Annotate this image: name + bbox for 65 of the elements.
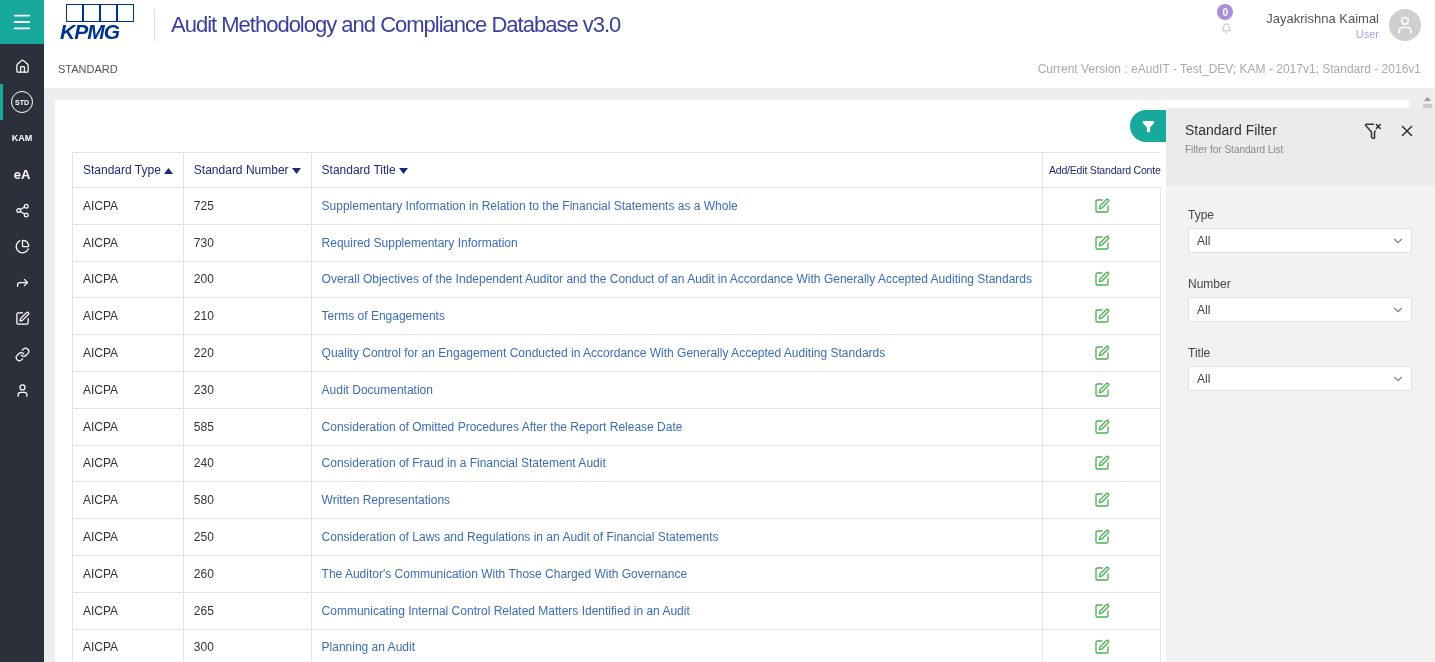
standard-title-link[interactable]: Required Supplementary Information (321, 235, 518, 250)
sort-ascending-icon[interactable] (163, 167, 173, 174)
logo-text: KPMG (60, 21, 119, 42)
table-cell: 230 (183, 371, 312, 409)
current-version: Current Version : eAudIT - Test_DEV; KAM - 2017v1; Standard - 2016v1 (1037, 62, 1421, 76)
table-cell: 725 (183, 187, 312, 225)
table-cell: AICPA (72, 481, 184, 519)
field-label: Title (1188, 346, 1212, 360)
table-cell: AICPA (72, 187, 184, 225)
clear-filter-icon[interactable] (1363, 122, 1383, 142)
table-cell: 210 (183, 297, 312, 335)
table-cell: 260 (183, 555, 312, 593)
table-cell: AICPA (72, 592, 184, 630)
user-role: User (1355, 27, 1379, 40)
table-cell: 730 (183, 224, 312, 262)
table-cell: AICPA (72, 518, 184, 556)
standard-title-link[interactable]: The Auditor's Communication With Those Charged With Governance (321, 566, 688, 581)
bell-icon[interactable] (1221, 23, 1233, 34)
dropdown-field[interactable]: All (1188, 297, 1412, 322)
panel-subtitle: Filter for Standard List (1185, 144, 1285, 155)
field-label: Number (1188, 277, 1232, 291)
user-name: Jayakrishna Kaimal (1266, 10, 1379, 26)
table-cell: AICPA (72, 408, 184, 446)
table-cell: 250 (183, 518, 312, 556)
standard-title-link[interactable]: Consideration of Omitted Procedures After the Report Release Date (321, 419, 683, 434)
sort-descending-icon[interactable] (398, 167, 408, 174)
standard-title-link[interactable]: Audit Documentation (321, 382, 433, 397)
nav-item[interactable]: KAM (0, 120, 44, 156)
sort-descending-icon[interactable] (291, 167, 301, 174)
table-cell: AICPA (72, 334, 184, 372)
table-cell: 580 (183, 481, 312, 519)
logo-boxes-icon (66, 4, 136, 22)
column-header[interactable]: Standard Title (311, 152, 1043, 188)
table-cell: AICPA (72, 445, 184, 482)
dropdown-field[interactable]: All (1188, 366, 1412, 391)
column-header[interactable]: Add/Edit Standard Conte (1042, 152, 1161, 188)
table-cell: AICPA (72, 555, 184, 593)
table-cell: 220 (183, 334, 312, 372)
column-header[interactable]: Standard Type (72, 152, 184, 188)
table-cell: 200 (183, 261, 312, 298)
breadcrumb: STANDARD (58, 63, 118, 75)
column-header[interactable]: Standard Number (183, 152, 312, 188)
scrollbar-icon[interactable] (1420, 96, 1435, 108)
standard-title-link[interactable]: Communicating Internal Control Related Matters Identified in an Audit (321, 603, 690, 618)
table-cell: AICPA (72, 297, 184, 335)
table-cell: 240 (183, 445, 312, 482)
app-title: Audit Methodology and Compliance Database v3.0 (171, 12, 621, 38)
table-cell: AICPA (72, 224, 184, 262)
notification-count: 0 (1217, 4, 1234, 20)
filter-toggle-button[interactable] (1130, 110, 1166, 142)
table-cell: AICPA (72, 371, 184, 409)
table-cell: AICPA (72, 629, 184, 662)
table-cell: 585 (183, 408, 312, 446)
standard-title-link[interactable]: Terms of Engagements (321, 309, 445, 324)
avatar[interactable] (1389, 9, 1421, 41)
table-cell: 265 (183, 592, 312, 630)
standard-title-link[interactable]: Written Representations (321, 493, 451, 508)
dropdown-field[interactable]: All (1188, 228, 1412, 253)
filter-icon[interactable] (1142, 119, 1155, 133)
nav-item[interactable]: eA (0, 156, 44, 192)
field-label: Type (1188, 208, 1215, 222)
panel-title: Standard Filter (1185, 122, 1278, 138)
table-cell: AICPA (72, 261, 184, 298)
standard-title-link[interactable]: Consideration of Fraud in a Financial Statement Audit (321, 456, 606, 471)
standard-title-link[interactable]: Planning an Audit (321, 640, 415, 655)
